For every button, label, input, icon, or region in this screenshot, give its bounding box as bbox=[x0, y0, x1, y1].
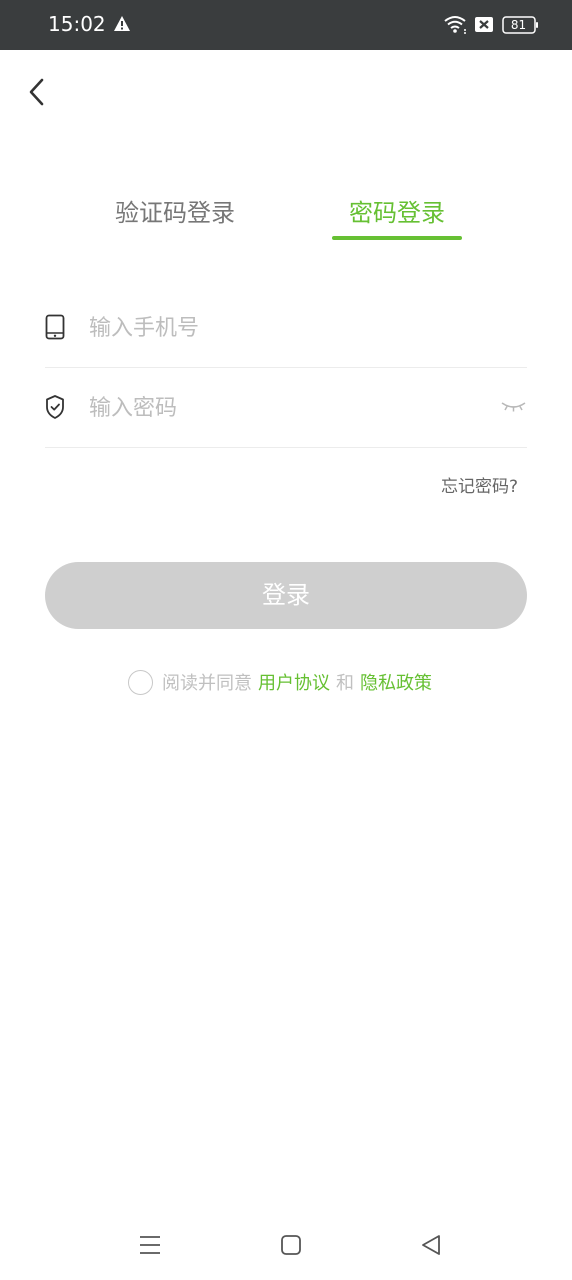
status-time: 15:02 bbox=[48, 12, 106, 36]
status-bar: 15:02 81 bbox=[0, 0, 572, 50]
warning-icon bbox=[114, 16, 130, 31]
active-tab-indicator bbox=[332, 236, 462, 240]
eye-closed-icon[interactable] bbox=[500, 396, 527, 416]
tab-sms-login[interactable]: 验证码登录 bbox=[110, 195, 240, 235]
home-square-icon[interactable] bbox=[280, 1234, 302, 1256]
menu-icon[interactable] bbox=[138, 1234, 162, 1256]
chevron-left-icon bbox=[29, 78, 44, 106]
system-nav-bar bbox=[0, 1220, 572, 1270]
password-input[interactable] bbox=[89, 390, 489, 426]
notification-blocked-icon bbox=[475, 17, 493, 32]
wifi-icon bbox=[444, 16, 466, 34]
battery-level: 81 bbox=[510, 18, 527, 32]
agreement-conjunction: 和 bbox=[336, 673, 354, 694]
user-agreement-link[interactable]: 用户协议 bbox=[258, 669, 330, 695]
privacy-policy-link[interactable]: 隐私政策 bbox=[360, 669, 432, 695]
agreement-prefix: 阅读并同意 bbox=[162, 673, 252, 694]
shield-check-icon bbox=[46, 395, 64, 419]
forgot-password-link[interactable]: 忘记密码? bbox=[441, 472, 518, 497]
password-field bbox=[45, 368, 527, 448]
phone-field bbox=[45, 288, 527, 368]
agreement-checkbox[interactable] bbox=[128, 669, 153, 695]
login-button[interactable]: 登录 bbox=[45, 562, 527, 629]
back-triangle-icon[interactable] bbox=[420, 1233, 442, 1257]
agreement-row: 阅读并同意 用户协议 和 隐私政策 bbox=[128, 668, 438, 696]
phone-icon bbox=[45, 314, 65, 340]
back-button[interactable] bbox=[22, 75, 52, 109]
phone-input[interactable] bbox=[89, 310, 489, 346]
tab-password-login[interactable]: 密码登录 bbox=[332, 195, 462, 235]
